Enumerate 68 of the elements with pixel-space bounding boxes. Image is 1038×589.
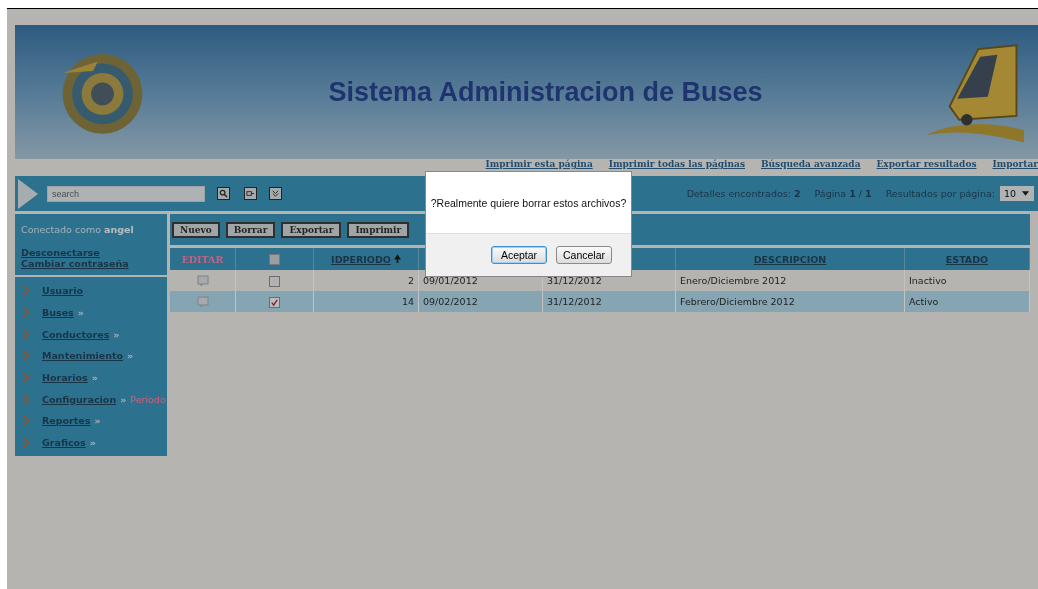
menu-link[interactable]: Conductores xyxy=(42,328,110,340)
submenu-marker: » xyxy=(89,437,96,449)
action-button[interactable]: Imprimir xyxy=(347,221,410,238)
menu-link[interactable]: Configuracion xyxy=(42,393,117,405)
per-page-label: Resultados por página: xyxy=(885,188,995,199)
top-link[interactable]: Búsqueda avanzada xyxy=(760,159,861,170)
dialog-message: ?Realmente quiere borrar estos archivos? xyxy=(429,195,628,211)
select-all-checkbox[interactable] xyxy=(269,254,280,265)
table-row[interactable]: 2 09/01/2012 31/12/2012 Enero/Diciembre 2012 Inactivo xyxy=(170,270,1030,291)
row-checkbox[interactable] xyxy=(269,275,280,287)
column-header[interactable]: DESCRIPCION xyxy=(675,248,905,270)
column-header[interactable]: ESTADO xyxy=(904,248,1030,270)
menu-link[interactable]: Buses xyxy=(42,307,74,319)
menu-link[interactable]: Mantenimiento xyxy=(42,350,124,362)
table-row[interactable]: 14 09/02/2012 31/12/2012 Febrero/Diciembre 2012 Activo xyxy=(170,291,1030,312)
chevron-icon xyxy=(23,307,30,319)
chevron-icon xyxy=(23,415,30,427)
submenu-marker: » xyxy=(120,393,127,405)
chevron-icon xyxy=(23,328,30,340)
filter-button[interactable] xyxy=(244,187,257,200)
submenu-marker: » xyxy=(94,415,101,427)
sort-icon xyxy=(393,253,401,265)
caret-icon xyxy=(1022,191,1030,196)
chevron-icon xyxy=(23,372,30,384)
dialog-button[interactable]: Aceptar xyxy=(491,246,547,264)
top-link[interactable]: Imprimir todas las páginas xyxy=(608,159,745,170)
submenu-marker: » xyxy=(77,307,84,319)
search-button[interactable] xyxy=(217,187,230,200)
column-header[interactable]: IDPERIODO xyxy=(313,248,419,270)
account-link[interactable]: Desconectarse xyxy=(21,247,161,258)
double-chevron-icon xyxy=(271,189,280,198)
site-title: Sistema Administracion de Buses xyxy=(327,76,764,108)
current-page: Periodo xyxy=(130,393,166,405)
chevron-icon xyxy=(23,437,30,449)
submenu-marker: » xyxy=(91,372,98,384)
search-icon xyxy=(219,189,228,198)
submenu-marker: » xyxy=(113,328,120,340)
page-indicator: Página 1 / 1 xyxy=(814,188,872,199)
action-button[interactable]: Nuevo xyxy=(172,221,220,238)
logged-in-user: Conectado como angel xyxy=(21,224,135,235)
chevron-icon xyxy=(23,350,30,362)
menu-link[interactable]: Reportes xyxy=(42,415,91,427)
menu-link[interactable]: Usuario xyxy=(42,285,83,297)
action-button[interactable]: Borrar xyxy=(225,221,276,238)
table-cell: 14 xyxy=(313,291,419,312)
triangle-icon xyxy=(17,178,39,209)
top-link[interactable]: Importar xyxy=(992,159,1038,170)
table-cell: 31/12/2012 xyxy=(542,291,676,312)
top-link[interactable]: Imprimir esta página xyxy=(485,159,593,170)
table-cell: Activo xyxy=(904,291,1030,312)
row-checkbox[interactable] xyxy=(269,296,280,308)
chevron-icon xyxy=(23,285,30,297)
submenu-marker: » xyxy=(127,350,134,362)
column-header: EDITAR xyxy=(170,248,236,270)
top-link[interactable]: Exportar resultados xyxy=(876,159,977,170)
dialog-button[interactable]: Cancelar xyxy=(556,246,612,264)
records-found: Detalles encontrados: 2 xyxy=(686,188,801,199)
chevron-icon xyxy=(23,393,30,405)
search-field[interactable]: search xyxy=(47,185,205,202)
table-cell: Febrero/Diciembre 2012 xyxy=(675,291,905,312)
menu-link[interactable]: Graficos xyxy=(42,437,86,449)
table-cell: 09/02/2012 xyxy=(418,291,543,312)
expand-button[interactable] xyxy=(269,187,282,200)
window-icon xyxy=(246,189,255,198)
menu-link[interactable]: Horarios xyxy=(42,372,88,384)
per-page-select[interactable]: 10 xyxy=(1000,186,1034,201)
action-button[interactable]: Exportar xyxy=(281,221,342,238)
account-link[interactable]: Cambiar contraseña xyxy=(21,258,161,269)
